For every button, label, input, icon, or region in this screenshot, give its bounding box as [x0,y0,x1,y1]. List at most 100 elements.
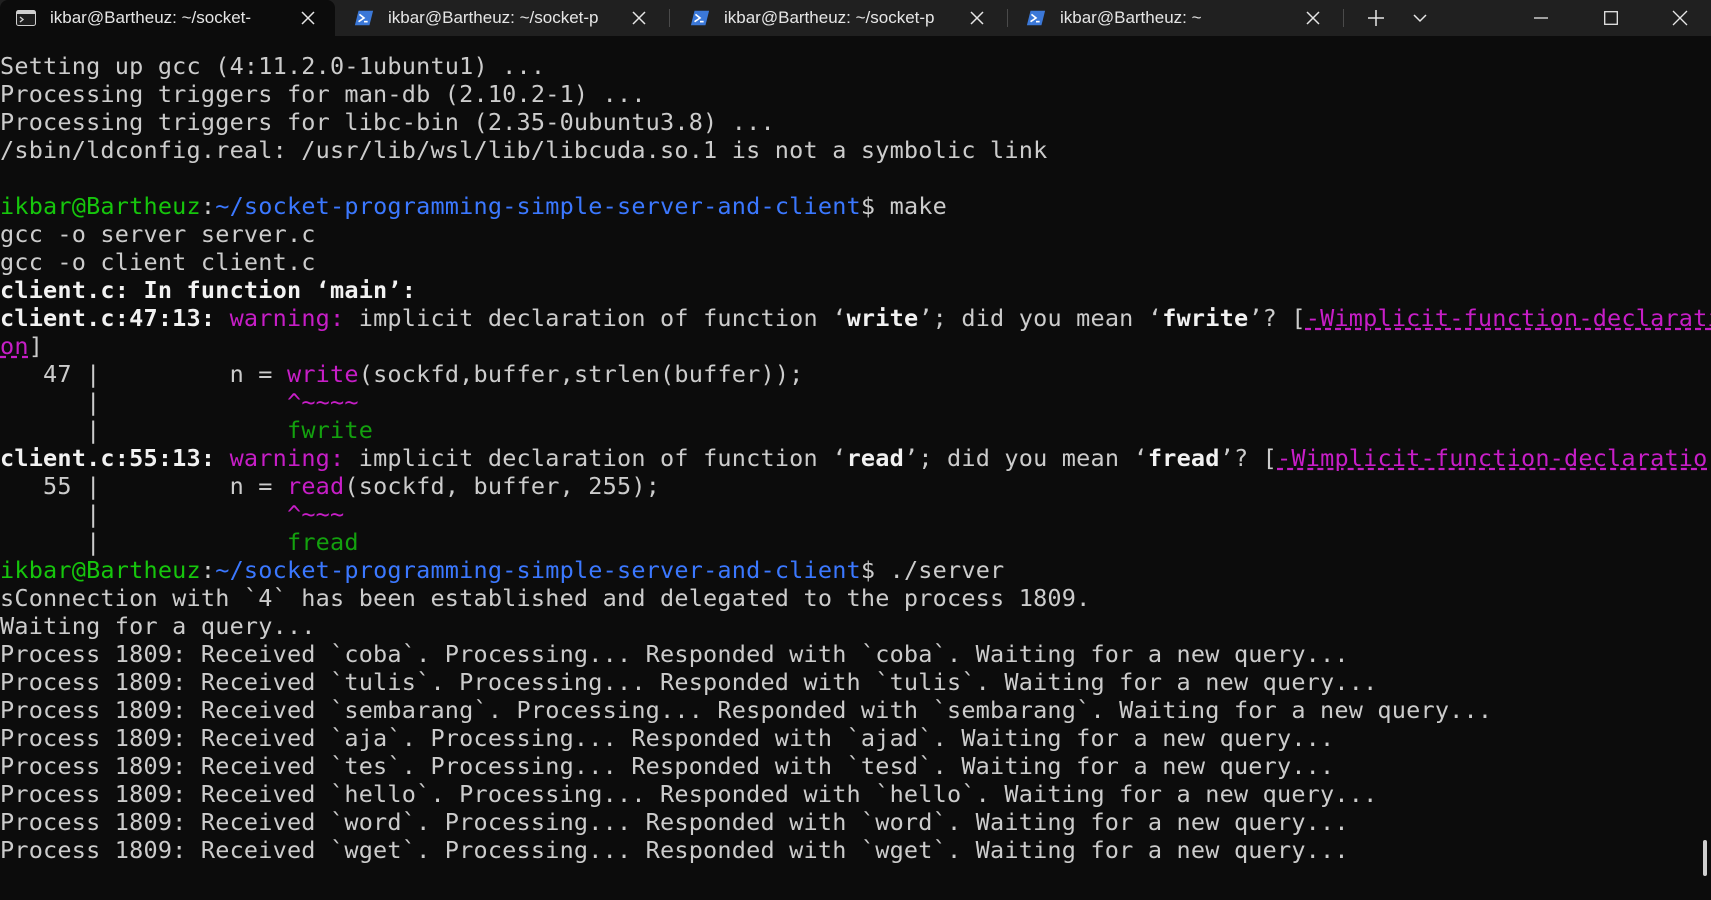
prompt-path: ~/socket-programming-simple-server-and-c… [215,192,861,220]
code-text: n = [114,360,287,388]
new-tab-button[interactable] [1356,0,1396,36]
terminal-output[interactable]: Setting up gcc (4:11.2.0-1ubuntu1) ... P… [0,36,1711,900]
fixit-suggestion: fread [286,528,359,556]
powershell-icon [690,9,710,27]
line-gutter: | [0,528,287,556]
close-icon[interactable] [964,5,990,31]
tab-divider [1007,9,1008,27]
tab-powershell-3[interactable]: ikbar@Bartheuz: ~ [1010,0,1340,36]
server-output-line: Process 1809: Received `wget`. Processin… [0,836,1349,864]
function-name: main [330,276,388,304]
caret-line: | ^~~~~ [0,388,359,416]
code-line: 47 | n = write(sockfd,buffer,strlen(buff… [0,360,804,388]
code-text: (sockfd,buffer,strlen(buffer)); [358,360,804,388]
chevron-down-icon [1413,14,1427,23]
output-line: gcc -o server server.c [0,220,316,248]
prompt-separator: : [200,556,216,584]
powershell-icon [1026,9,1046,27]
prompt-user: ikbar@Bartheuz [0,556,201,584]
command-text: make [889,192,948,220]
output-line: client.c: In function ‘main’: [0,276,416,304]
line-gutter: 55 | [0,472,115,500]
minimize-icon [1534,17,1548,19]
tab-divider [1343,9,1344,27]
line-gutter: | [0,388,287,416]
tab-powershell-1[interactable]: ikbar@Bartheuz: ~/socket-p [338,0,666,36]
function-name: write [846,304,919,332]
prompt-dollar: $ [860,192,890,220]
prompt-dollar: $ [860,556,890,584]
minimize-button[interactable] [1510,0,1572,36]
text: ’: [387,276,417,304]
tab-label: ikbar@Bartheuz: ~/socket-p [724,8,935,27]
tab-powershell-2[interactable]: ikbar@Bartheuz: ~/socket-p [674,0,1004,36]
warning-location: client.c:55:13: [0,444,230,472]
line-gutter: 47 | [0,360,115,388]
tab-divider [669,9,670,27]
warning-line: client.c:47:13: warning: implicit declar… [0,304,1711,332]
suggestion: fwrite [1162,304,1249,332]
output-line: gcc -o client client.c [0,248,316,276]
text: ] [28,332,44,360]
warning-line: client.c:55:13: warning: implicit declar… [0,444,1711,472]
line-gutter: | [0,416,287,444]
output-line: Processing triggers for libc-bin (2.35-0… [0,108,775,136]
plus-icon [1368,10,1384,26]
code-highlight: read [286,472,345,500]
server-output-line: Process 1809: Received `tes`. Processing… [0,752,1335,780]
tab-label: ikbar@Bartheuz: ~ [1060,8,1202,27]
command-text: ./server [889,556,1005,584]
close-icon[interactable] [1300,5,1326,31]
warning-flag-link[interactable]: -Wimplicit-function-declaratio [1277,444,1707,472]
warning-label: warning: [229,444,345,472]
warning-text: ’; did you mean ‘ [918,304,1163,332]
server-output-line: Process 1809: Received `word`. Processin… [0,808,1349,836]
suggestion: fread [1147,444,1220,472]
maximize-icon [1604,11,1618,25]
warning-flag-link[interactable]: on [0,332,29,360]
warning-location: client.c:47:13: [0,304,230,332]
server-output-line: Process 1809: Received `sembarang`. Proc… [0,696,1493,724]
prompt-separator: : [200,192,216,220]
close-icon[interactable] [626,5,652,31]
text: client.c: In function ‘ [0,276,331,304]
tab-label: ikbar@Bartheuz: ~/socket-p [388,8,599,27]
server-output-line: Process 1809: Received `tulis`. Processi… [0,668,1378,696]
warning-text: implicit declaration of function ‘ [344,444,847,472]
prompt-path: ~/socket-programming-simple-server-and-c… [215,556,861,584]
close-icon [1672,10,1688,26]
close-icon[interactable] [295,5,321,31]
server-output-line: Waiting for a query... [0,612,316,640]
warning-text: implicit declaration of function ‘ [344,304,847,332]
tab-dropdown-button[interactable] [1400,0,1440,36]
server-output-line: Process 1809: Received `coba`. Processin… [0,640,1349,668]
scrollbar-thumb[interactable] [1703,840,1707,876]
tab-linux-terminal[interactable]: ikbar@Bartheuz: ~/socket- [0,0,335,36]
server-output-line: sConnection with `4` has been establishe… [0,584,1091,612]
output-line: Processing triggers for man-db (2.10.2-1… [0,80,646,108]
window-close-button[interactable] [1649,0,1711,36]
server-output-line: Process 1809: Received `hello`. Processi… [0,780,1378,808]
powershell-icon [354,9,374,27]
output-line: Setting up gcc (4:11.2.0-1ubuntu1) ... [0,52,546,80]
function-name: read [846,444,904,472]
fixit-line: | fread [0,528,359,556]
tab-bar: ikbar@Bartheuz: ~/socket- ikbar@Bartheuz… [0,0,1711,36]
output-line: /sbin/ldconfig.real: /usr/lib/wsl/lib/li… [0,136,1048,164]
warning-flag-link[interactable]: -Wimplicit-function-declarati [1306,304,1711,332]
code-line: 55 | n = read(sockfd, buffer, 255); [0,472,660,500]
warning-text: ’? [ [1248,304,1306,332]
fixit-suggestion: fwrite [286,416,374,444]
caret-marker: ^~~~ [286,500,345,528]
fixit-line: | fwrite [0,416,373,444]
linux-terminal-icon [16,9,36,27]
tab-label: ikbar@Bartheuz: ~/socket- [50,8,252,27]
warning-line: on] [0,332,43,360]
prompt-user: ikbar@Bartheuz [0,192,201,220]
warning-text: ’? [ [1219,444,1278,472]
caret-line: | ^~~~ [0,500,344,528]
code-text: (sockfd, buffer, 255); [344,472,661,500]
code-text: n = [114,472,287,500]
warning-label: warning: [229,304,345,332]
maximize-button[interactable] [1580,0,1642,36]
